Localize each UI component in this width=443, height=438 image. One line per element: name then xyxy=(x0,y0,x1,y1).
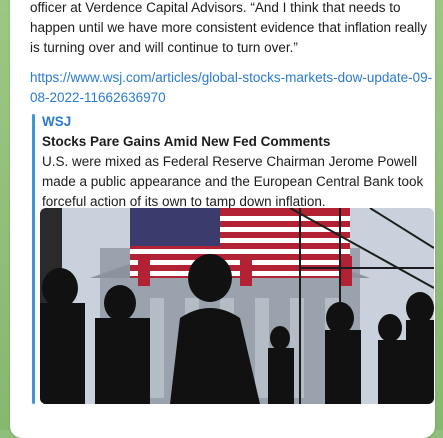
preview-description: U.S. were mixed as Federal Reserve Chair… xyxy=(42,154,424,209)
preview-accent-bar xyxy=(32,114,35,404)
link-preview[interactable]: WSJ Stocks Pare Gains Amid New Fed Comme… xyxy=(32,112,438,408)
message-text: an aggressive pace,” said Megan Horneman… xyxy=(30,0,427,55)
message-bubble: an aggressive pace,” said Megan Horneman… xyxy=(10,0,435,438)
preview-image[interactable] xyxy=(40,208,434,404)
article-link[interactable]: https://www.wsj.com/articles/global-stoc… xyxy=(30,68,435,108)
preview-site-name: WSJ xyxy=(42,114,72,129)
preview-title: Stocks Pare Gains Amid New Fed Comments xyxy=(42,134,331,149)
nyse-photo xyxy=(40,208,434,404)
